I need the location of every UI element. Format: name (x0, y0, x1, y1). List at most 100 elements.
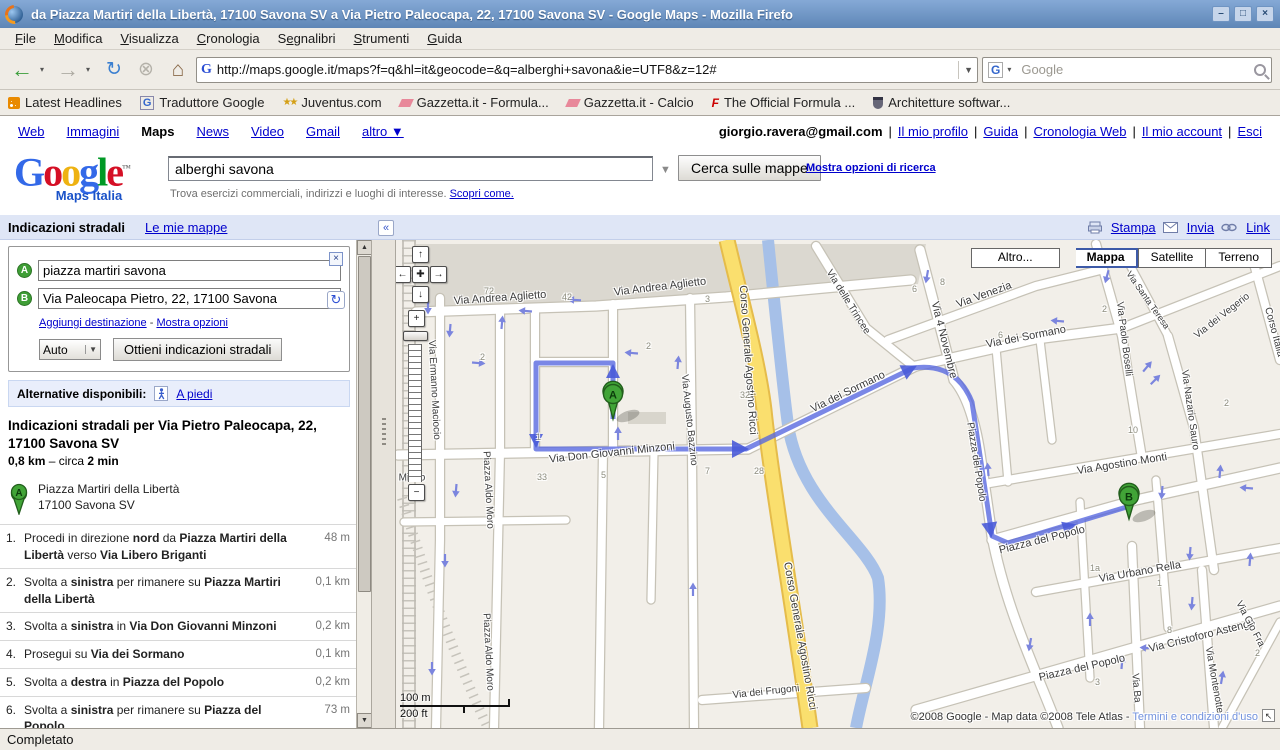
close-button[interactable]: × (1256, 6, 1274, 22)
map-canvas[interactable]: A B Via Andrea AgliettoVia Andrea Agliet… (396, 240, 1280, 728)
alternatives-label: Alternative disponibili: (17, 387, 146, 401)
sidebar-scrollbar[interactable]: ▲ ▼ (356, 240, 371, 728)
direction-step[interactable]: 6.Svolta a sinistra per rimanere su Piaz… (0, 696, 356, 728)
scrollbar-thumb[interactable] (358, 256, 371, 592)
search-options-link[interactable]: Mostra opzioni di ricerca (806, 162, 936, 174)
close-icon[interactable]: × (329, 252, 343, 266)
map-search-input[interactable] (168, 156, 653, 181)
url-text[interactable]: http://maps.google.it/maps?f=q&hl=it&geo… (217, 62, 953, 77)
pan-left-icon[interactable]: ← (396, 266, 411, 283)
splitter-grip[interactable] (382, 418, 386, 448)
bookmark-juventus[interactable]: ★★Juventus.com (282, 95, 381, 110)
map-type-terreno[interactable]: Terreno (1206, 248, 1272, 268)
link-video[interactable]: Video (251, 124, 284, 139)
scopri-come-link[interactable]: Scopri come. (450, 188, 514, 200)
zoom-slider-track[interactable] (408, 344, 422, 482)
link-news[interactable]: News (196, 124, 229, 139)
maximize-button[interactable]: □ (1234, 6, 1252, 22)
link-mio-account[interactable]: Il mio account (1142, 124, 1222, 139)
back-button[interactable]: ← (8, 56, 36, 84)
le-mie-mappe-link[interactable]: Le mie mappe (145, 220, 227, 235)
bookmark-gazzetta-formula[interactable]: Gazzetta.it - Formula... (400, 95, 549, 110)
link-cronologia-web[interactable]: Cronologia Web (1033, 124, 1126, 139)
invia-link[interactable]: Invia (1187, 220, 1214, 235)
map-copyright: ©2008 Google - Map data ©2008 Tele Atlas… (911, 711, 1259, 723)
direction-step[interactable]: 3.Svolta a sinistra in Via Don Giovanni … (0, 612, 356, 640)
link-gmail[interactable]: Gmail (306, 124, 340, 139)
map-type-mappa[interactable]: Mappa (1076, 248, 1138, 268)
menu-item-file[interactable]: File (6, 29, 45, 48)
search-placeholder[interactable]: Google (1021, 62, 1250, 77)
link-altro[interactable]: altro ▼ (362, 124, 404, 139)
permalink-link[interactable]: Link (1246, 220, 1270, 235)
url-dropdown-icon[interactable]: ▼ (958, 61, 973, 79)
pan-center-icon[interactable]: ✚ (412, 266, 429, 283)
direction-step[interactable]: 2.Svolta a sinistra per rimanere su Piaz… (0, 568, 356, 612)
minimize-button[interactable]: – (1212, 6, 1230, 22)
map-type-altro[interactable]: Altro... (971, 248, 1060, 268)
link-profilo[interactable]: Il mio profilo (898, 124, 968, 139)
svg-text:B: B (1125, 492, 1133, 504)
show-options-link[interactable]: Mostra opzioni (156, 317, 228, 329)
direction-step[interactable]: 4.Prosegui su Via dei Sormano0,1 km (0, 640, 356, 668)
bookmark-architetture[interactable]: Architetture softwar... (873, 95, 1010, 110)
house-number-label: 5 (601, 470, 606, 480)
reload-button[interactable]: ↻ (100, 56, 128, 84)
pan-up-icon[interactable]: ↑ (412, 246, 429, 263)
pan-right-icon[interactable]: → (430, 266, 447, 283)
origin-input[interactable] (38, 260, 341, 281)
menu-item-strumenti[interactable]: Strumenti (345, 29, 419, 48)
swap-waypoints-icon[interactable]: ↻ (327, 291, 345, 309)
search-maps-button[interactable]: Cerca sulle mappe (678, 155, 821, 181)
menu-item-segnalibri[interactable]: Segnalibri (269, 29, 345, 48)
map-pan-zoom-control: ↑ ← ✚ → ↓ + − (396, 240, 456, 510)
home-button[interactable]: ⌂ (164, 56, 192, 84)
search-engine-icon[interactable]: G (988, 62, 1003, 78)
gazzetta-icon (565, 99, 581, 107)
link-web[interactable]: Web (18, 124, 45, 139)
map-type-satellite[interactable]: Satellite (1138, 248, 1207, 268)
get-directions-button[interactable]: Ottieni indicazioni stradali (113, 338, 282, 361)
scroll-down-icon[interactable]: ▼ (357, 713, 372, 728)
zoom-in-icon[interactable]: + (408, 310, 425, 327)
zoom-slider-thumb[interactable] (403, 331, 428, 341)
stampa-link[interactable]: Stampa (1111, 220, 1156, 235)
zoom-out-icon[interactable]: − (408, 484, 425, 501)
bookmark-gazzetta-calcio[interactable]: Gazzetta.it - Calcio (567, 95, 694, 110)
menu-item-visualizza[interactable]: Visualizza (111, 29, 187, 48)
panel-splitter[interactable] (371, 240, 396, 728)
destination-input[interactable] (38, 288, 341, 309)
step-number: 1. (6, 530, 24, 563)
forward-dropdown-icon[interactable]: ▾ (86, 65, 96, 74)
back-dropdown-icon[interactable]: ▾ (40, 65, 50, 74)
a-piedi-link[interactable]: A piedi (176, 387, 212, 401)
step-text: Svolta a sinistra per rimanere su Piazza… (24, 574, 306, 607)
bookmark-traduttore[interactable]: GTraduttore Google (140, 95, 265, 110)
engine-dropdown-icon[interactable]: ▾ (1007, 65, 1017, 74)
bookmark-formula1[interactable]: FThe Official Formula ... (712, 95, 856, 110)
link-immagini[interactable]: Immagini (67, 124, 120, 139)
collapse-panel-button[interactable]: « (378, 220, 394, 236)
scroll-up-icon[interactable]: ▲ (357, 240, 372, 255)
direction-step[interactable]: 5.Svolta a destra in Piazza del Popolo0,… (0, 668, 356, 696)
link-esci[interactable]: Esci (1237, 124, 1262, 139)
forward-button[interactable]: → (54, 56, 82, 84)
menu-item-modifica[interactable]: Modifica (45, 29, 111, 48)
add-destination-link[interactable]: Aggiungi destinazione (39, 317, 147, 329)
link-guida[interactable]: Guida (983, 124, 1018, 139)
suggest-dropdown-icon[interactable]: ▼ (660, 164, 671, 176)
direction-step[interactable]: 1.Procedi in direzione nord da Piazza Ma… (0, 524, 356, 568)
report-corner-icon[interactable]: ↖ (1262, 709, 1275, 722)
pan-down-icon[interactable]: ↓ (412, 286, 429, 303)
url-bar[interactable]: G http://maps.google.it/maps?f=q&hl=it&g… (196, 57, 978, 83)
menu-item-cronologia[interactable]: Cronologia (188, 29, 269, 48)
travel-mode-select[interactable]: Auto▼ (39, 339, 101, 360)
stop-button[interactable]: ⊗ (132, 56, 160, 84)
step-distance: 73 m (306, 702, 350, 728)
search-icon[interactable] (1254, 64, 1266, 76)
web-search-box[interactable]: G ▾ Google (982, 57, 1272, 83)
bookmark-latest-headlines[interactable]: Latest Headlines (8, 95, 122, 110)
terms-link[interactable]: Termini e condizioni d'uso (1132, 711, 1258, 723)
menu-item-guida[interactable]: Guida (418, 29, 471, 48)
navigation-toolbar: ← ▾ → ▾ ↻ ⊗ ⌂ G http://maps.google.it/maps… (0, 50, 1280, 90)
